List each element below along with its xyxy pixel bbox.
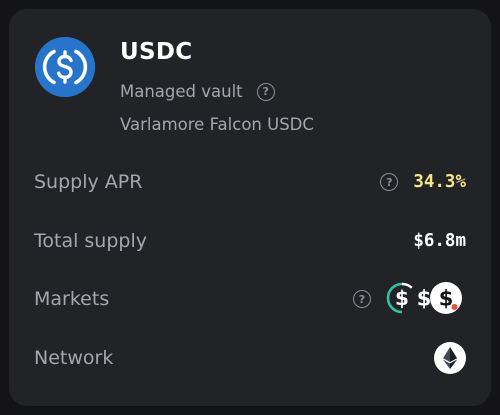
supply-apr-label: Supply APR <box>34 171 143 193</box>
supply-apr-value: 34.3% <box>413 172 466 192</box>
help-icon[interactable]: ? <box>353 290 371 308</box>
supply-apr-row: Supply APR ? 34.3% <box>34 166 466 198</box>
help-icon[interactable]: ? <box>380 173 399 191</box>
vault-type-label: Managed vault <box>120 82 243 101</box>
vault-card: USDC Managed vault ? Varlamore Falcon US… <box>9 9 491 406</box>
svg-text:$: $ <box>395 286 409 310</box>
network-label: Network <box>34 347 114 369</box>
ethereum-icon[interactable] <box>434 342 466 374</box>
total-supply-label: Total supply <box>34 230 147 252</box>
dollar-token-icon: $ <box>430 282 462 314</box>
svg-text:$: $ <box>439 287 454 311</box>
market-icons[interactable]: $ $ $ <box>386 282 466 316</box>
total-supply-value: $6.8m <box>413 231 466 251</box>
vault-title: USDC <box>120 39 193 65</box>
vault-name: Varlamore Falcon USDC <box>120 115 314 134</box>
usdc-logo-icon <box>35 37 95 97</box>
total-supply-row: Total supply $6.8m <box>34 225 466 257</box>
network-row: Network <box>34 342 466 374</box>
markets-row: Markets ? $ $ $ <box>34 282 466 316</box>
vault-type: Managed vault ? <box>120 82 275 101</box>
markets-label: Markets <box>34 288 110 310</box>
help-icon[interactable]: ? <box>256 82 275 101</box>
